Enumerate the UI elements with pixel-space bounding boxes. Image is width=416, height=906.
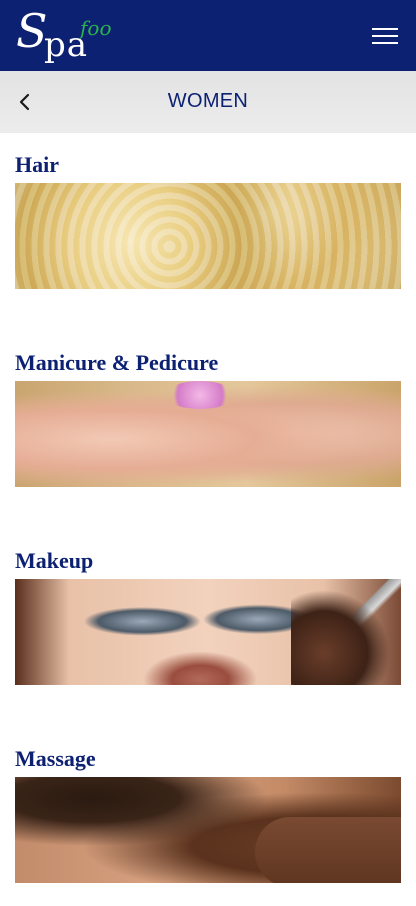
category-title[interactable]: Makeup xyxy=(15,547,401,579)
hamburger-menu-icon[interactable] xyxy=(372,26,400,46)
category-card-hair[interactable]: Hair xyxy=(15,151,401,289)
logo-accent-foo: foo xyxy=(80,16,112,40)
page-header: WOMEN xyxy=(0,71,416,133)
makeup-image[interactable] xyxy=(15,579,401,685)
logo-letter-s: S xyxy=(16,4,48,58)
category-card-massage[interactable]: Massage xyxy=(15,745,401,883)
top-navbar: S pa foo xyxy=(0,0,416,71)
massage-image[interactable] xyxy=(15,777,401,883)
page-title: WOMEN xyxy=(167,90,249,112)
category-card-makeup[interactable]: Makeup xyxy=(15,547,401,685)
category-title[interactable]: Manicure & Pedicure xyxy=(15,349,401,381)
category-title[interactable]: Massage xyxy=(15,745,401,777)
category-card-manicure-pedicure[interactable]: Manicure & Pedicure xyxy=(15,349,401,487)
spafoo-logo[interactable]: S pa foo xyxy=(16,4,126,62)
category-title[interactable]: Hair xyxy=(15,151,401,183)
hair-image[interactable] xyxy=(15,183,401,289)
nails-image[interactable] xyxy=(15,381,401,487)
